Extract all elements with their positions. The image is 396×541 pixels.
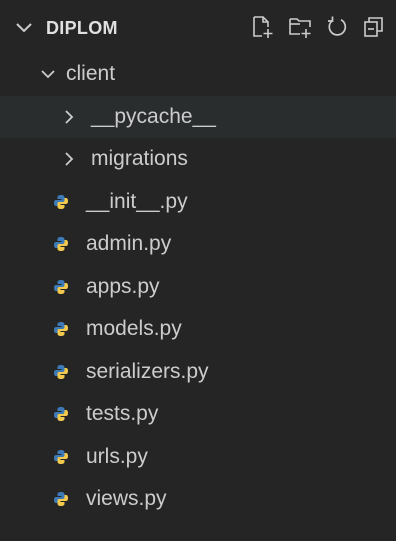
folder-label: client [66,62,116,86]
tree-file[interactable]: models.py [0,308,396,351]
file-label: tests.py [86,402,159,426]
python-file-icon [54,449,68,464]
python-file-icon [54,237,68,252]
python-file-icon [54,364,68,379]
tree-file[interactable]: __init__.py [0,181,396,224]
tree-file[interactable]: urls.py [0,436,396,479]
python-file-icon [54,492,68,507]
tree-file[interactable]: apps.py [0,266,396,309]
tree-file[interactable]: tests.py [0,393,396,436]
new-file-button[interactable] [247,11,279,43]
new-folder-icon [289,18,311,38]
file-label: __init__.py [86,189,188,213]
tree-folder-pycache[interactable]: __pycache__ [0,95,396,138]
collapse-all-button[interactable] [358,11,390,43]
folder-label: migrations [91,147,188,171]
workspace-root-name: DIPLOM [46,18,118,38]
folder-label: __pycache__ [91,104,216,128]
refresh-button[interactable] [321,11,353,43]
file-label: apps.py [86,274,160,298]
tree-folder-migrations[interactable]: migrations [0,138,396,181]
tree-folder-client[interactable]: client [0,53,396,96]
file-label: admin.py [86,232,172,256]
python-file-icon [54,194,68,209]
refresh-icon [328,16,347,36]
new-file-icon [253,16,273,38]
new-folder-button[interactable] [284,11,316,43]
collapse-all-icon [364,17,383,37]
tree-file[interactable]: admin.py [0,223,396,266]
explorer-toolbar [247,11,390,43]
explorer-section-header[interactable]: DIPLOM [0,0,396,56]
python-file-icon [54,322,68,337]
chevron-down-icon[interactable] [14,22,34,34]
python-file-icon [54,407,68,422]
file-label: views.py [86,487,167,511]
file-label: serializers.py [86,359,209,383]
chevron-down-icon [41,70,55,79]
python-file-icon [54,279,68,294]
tree-file[interactable]: serializers.py [0,351,396,394]
chevron-right-icon [65,152,74,166]
file-tree: client __pycache__ migrations __init__.p… [0,53,396,521]
tree-file[interactable]: views.py [0,478,396,521]
file-label: urls.py [86,444,148,468]
explorer-panel: DIPLOM client __pycache__ migrations __i… [0,0,396,541]
chevron-right-icon [65,110,74,124]
file-label: models.py [86,317,182,341]
